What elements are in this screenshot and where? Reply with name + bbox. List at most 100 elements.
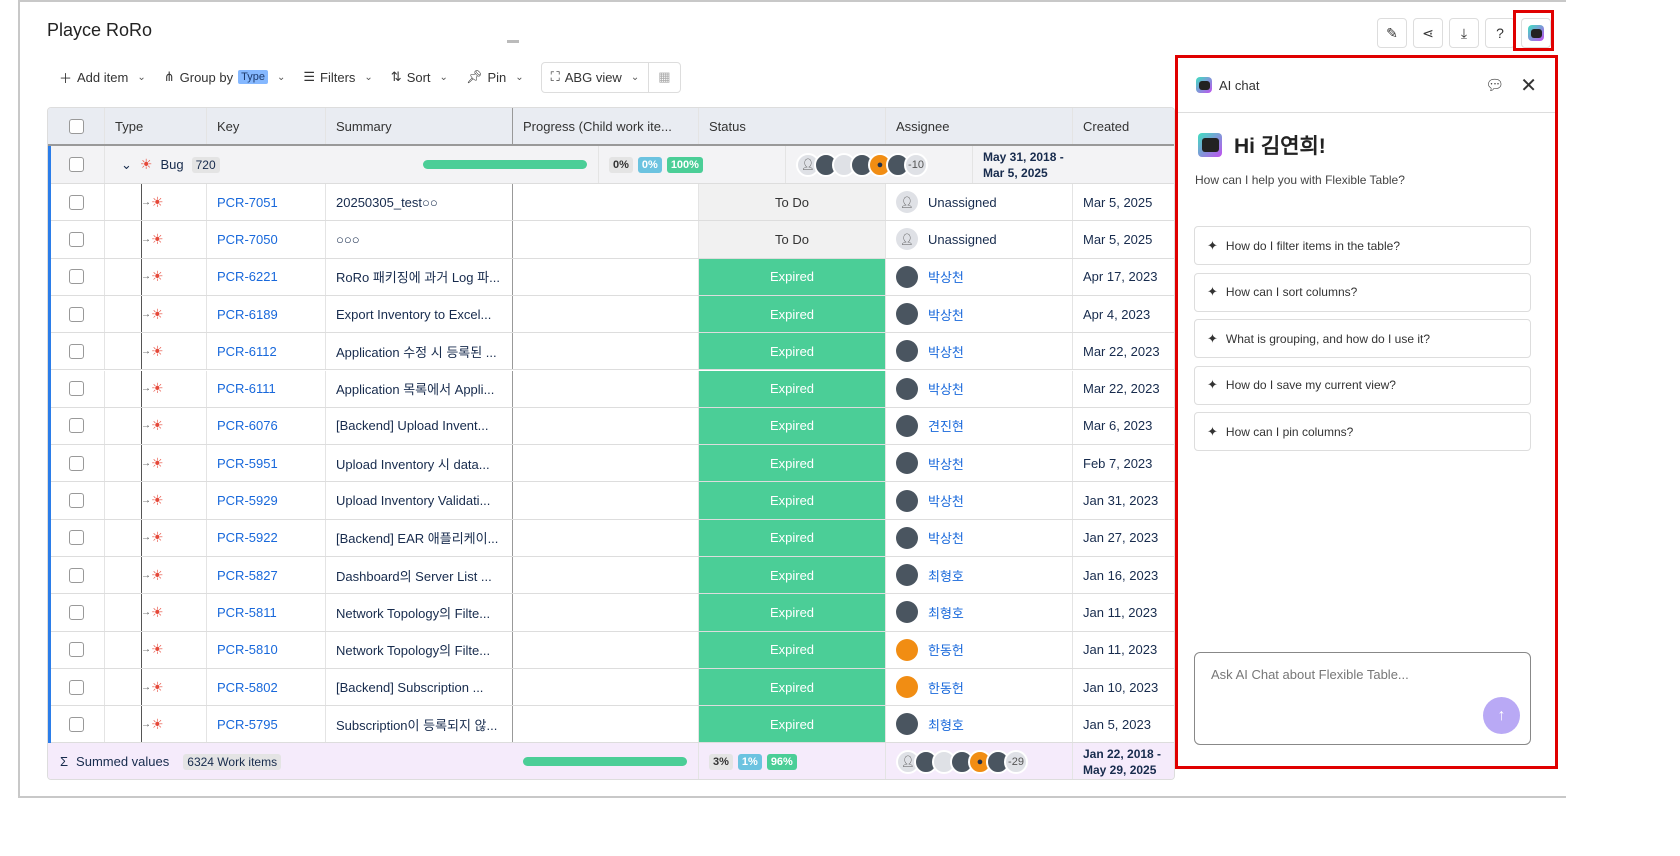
row-checkbox[interactable] xyxy=(68,567,84,583)
col-type[interactable]: Type xyxy=(105,108,207,144)
help-icon[interactable]: ? xyxy=(1485,18,1515,48)
issue-key-link[interactable]: PCR-5810 xyxy=(207,631,326,668)
download-icon[interactable]: ⤓ xyxy=(1449,18,1479,48)
assignee-name[interactable]: 박상천 xyxy=(928,528,964,547)
status-badge[interactable]: Expired xyxy=(699,594,886,631)
summary-cell[interactable]: [Backend] Subscription ... xyxy=(326,668,513,706)
table-row[interactable]: → ☀ PCR-5795 Subscription이 등록되지 않... Expi… xyxy=(48,706,1174,744)
summary-cell[interactable]: RoRo 패키징에 과거 Log 파... xyxy=(326,258,513,295)
row-checkbox[interactable] xyxy=(68,381,84,397)
drag-handle[interactable] xyxy=(507,40,519,43)
row-checkbox[interactable] xyxy=(68,604,84,620)
issue-key-link[interactable]: PCR-7051 xyxy=(207,184,326,221)
status-badge[interactable]: Expired xyxy=(699,445,886,482)
table-row[interactable]: → ☀ PCR-5951 Upload Inventory 시 data... E… xyxy=(48,445,1174,483)
row-checkbox[interactable] xyxy=(68,306,84,322)
status-badge[interactable]: To Do xyxy=(699,184,886,221)
sort-button[interactable]: ⇅ Sort ⌄ xyxy=(382,62,457,92)
col-created[interactable]: Created xyxy=(1073,108,1174,144)
status-badge[interactable]: To Do xyxy=(699,221,886,258)
row-checkbox[interactable] xyxy=(68,194,84,210)
summary-cell[interactable]: Dashboard의 Server List ... xyxy=(326,557,513,594)
suggestion-button[interactable]: ✦ How can I sort columns? xyxy=(1194,272,1531,312)
suggestion-button[interactable]: ✦ How do I filter items in the table? xyxy=(1194,226,1531,265)
assignee-name[interactable]: 최형호 xyxy=(928,566,964,585)
assignee-name[interactable]: 한동헌 xyxy=(928,640,964,659)
row-checkbox[interactable] xyxy=(68,231,84,247)
table-row[interactable]: → ☀ PCR-6076 [Backend] Upload Invent... E… xyxy=(48,407,1174,446)
issue-key-link[interactable]: PCR-5802 xyxy=(207,668,326,706)
table-row[interactable]: → ☀ PCR-5922 [Backend] EAR 애플리케이... Expir… xyxy=(48,519,1174,557)
chat-input[interactable]: Ask AI Chat about Flexible Table... ↑ xyxy=(1194,652,1531,745)
row-checkbox[interactable] xyxy=(68,269,84,285)
issue-key-link[interactable]: PCR-6221 xyxy=(207,258,326,295)
view-button[interactable]: ⛶ ABG view ⌄ xyxy=(542,62,650,92)
pin-button[interactable]: 📌︎ Pin ⌄ xyxy=(457,62,533,92)
summary-cell[interactable]: Upload Inventory 시 data... xyxy=(326,445,513,482)
row-checkbox[interactable] xyxy=(68,642,84,658)
assignee-name[interactable]: 박상천 xyxy=(928,342,964,361)
col-progress[interactable]: Progress (Child work ite... xyxy=(513,108,699,144)
status-badge[interactable]: Expired xyxy=(699,333,886,370)
summary-cell[interactable]: [Backend] Upload Invent... xyxy=(326,407,513,445)
issue-key-link[interactable]: PCR-5811 xyxy=(207,594,326,631)
col-assignee[interactable]: Assignee xyxy=(886,108,1073,144)
chat-history-icon[interactable]: 💬︎ xyxy=(1485,76,1504,94)
status-badge[interactable]: Expired xyxy=(699,258,886,295)
row-checkbox[interactable] xyxy=(68,157,84,172)
collapse-chevron-icon[interactable]: ⌄ xyxy=(121,157,132,173)
assignee-name[interactable]: 박상천 xyxy=(928,491,964,510)
table-row[interactable]: → ☀ PCR-6221 RoRo 패키징에 과거 Log 파... Expire… xyxy=(48,258,1174,296)
issue-key-link[interactable]: PCR-5795 xyxy=(207,706,326,743)
column-settings-icon[interactable]: ▦ xyxy=(649,62,679,92)
summary-cell[interactable]: ○○○ xyxy=(326,221,513,258)
row-checkbox[interactable] xyxy=(68,530,84,546)
row-checkbox[interactable] xyxy=(68,418,84,434)
share-icon[interactable]: ⋖ xyxy=(1413,18,1443,48)
suggestion-button[interactable]: ✦ How can I pin columns? xyxy=(1194,412,1531,452)
close-icon[interactable]: ✕ xyxy=(1520,73,1537,98)
summary-cell[interactable]: Network Topology의 Filte... xyxy=(326,594,513,631)
issue-key-link[interactable]: PCR-5929 xyxy=(207,482,326,519)
col-status[interactable]: Status xyxy=(699,108,886,144)
table-row[interactable]: → ☀ PCR-7050 ○○○ To Do 👤︎ Unassigned Mar 5… xyxy=(48,221,1174,259)
table-row[interactable]: → ☀ PCR-5827 Dashboard의 Server List ... E… xyxy=(48,557,1174,595)
assignee-name[interactable]: 최형호 xyxy=(928,603,964,622)
table-row[interactable]: → ☀ PCR-5929 Upload Inventory Validati...… xyxy=(48,482,1174,520)
col-summary[interactable]: Summary xyxy=(326,108,513,144)
filters-button[interactable]: ☰ Filters ⌄ xyxy=(294,62,381,92)
status-badge[interactable]: Expired xyxy=(699,295,886,333)
assignee-name[interactable]: 박상천 xyxy=(928,454,964,473)
suggestion-button[interactable]: ✦ How do I save my current view? xyxy=(1194,365,1531,405)
issue-key-link[interactable]: PCR-6111 xyxy=(207,370,326,407)
summary-cell[interactable]: Export Inventory to Excel... xyxy=(326,295,513,333)
table-row[interactable]: → ☀ PCR-6112 Application 수정 시 등록된 ... Exp… xyxy=(48,333,1174,371)
status-badge[interactable]: Expired xyxy=(699,668,886,706)
row-checkbox[interactable] xyxy=(68,493,84,509)
summary-cell[interactable]: Upload Inventory Validati... xyxy=(326,482,513,519)
add-item-button[interactable]: ＋ Add item ⌄ xyxy=(50,62,155,92)
row-checkbox[interactable] xyxy=(68,679,84,695)
table-row[interactable]: → ☀ PCR-5810 Network Topology의 Filte... E… xyxy=(48,631,1174,669)
row-checkbox[interactable] xyxy=(68,343,84,359)
suggestion-button[interactable]: ✦ What is grouping, and how do I use it? xyxy=(1194,319,1531,359)
assignee-name[interactable]: 최형호 xyxy=(928,715,964,734)
status-badge[interactable]: Expired xyxy=(699,407,886,445)
edit-icon[interactable]: ✎ xyxy=(1377,18,1407,48)
issue-key-link[interactable]: PCR-7050 xyxy=(207,221,326,258)
table-row[interactable]: → ☀ PCR-6111 Application 목록에서 Appli... Ex… xyxy=(48,370,1174,408)
issue-key-link[interactable]: PCR-6189 xyxy=(207,295,326,333)
select-all-checkbox[interactable] xyxy=(68,118,84,134)
summary-cell[interactable]: Subscription이 등록되지 않... xyxy=(326,706,513,743)
issue-key-link[interactable]: PCR-6076 xyxy=(207,407,326,445)
table-row[interactable]: → ☀ PCR-5811 Network Topology의 Filte... E… xyxy=(48,594,1174,632)
issue-key-link[interactable]: PCR-5827 xyxy=(207,557,326,594)
row-checkbox[interactable] xyxy=(68,455,84,471)
issue-key-link[interactable]: PCR-5951 xyxy=(207,445,326,482)
table-row[interactable]: → ☀ PCR-7051 20250305_test○○ To Do 👤︎ Unas… xyxy=(48,184,1174,222)
status-badge[interactable]: Expired xyxy=(699,631,886,668)
status-badge[interactable]: Expired xyxy=(699,706,886,743)
summary-cell[interactable]: [Backend] EAR 애플리케이... xyxy=(326,519,513,556)
summary-cell[interactable]: Application 수정 시 등록된 ... xyxy=(326,333,513,370)
status-badge[interactable]: Expired xyxy=(699,482,886,519)
